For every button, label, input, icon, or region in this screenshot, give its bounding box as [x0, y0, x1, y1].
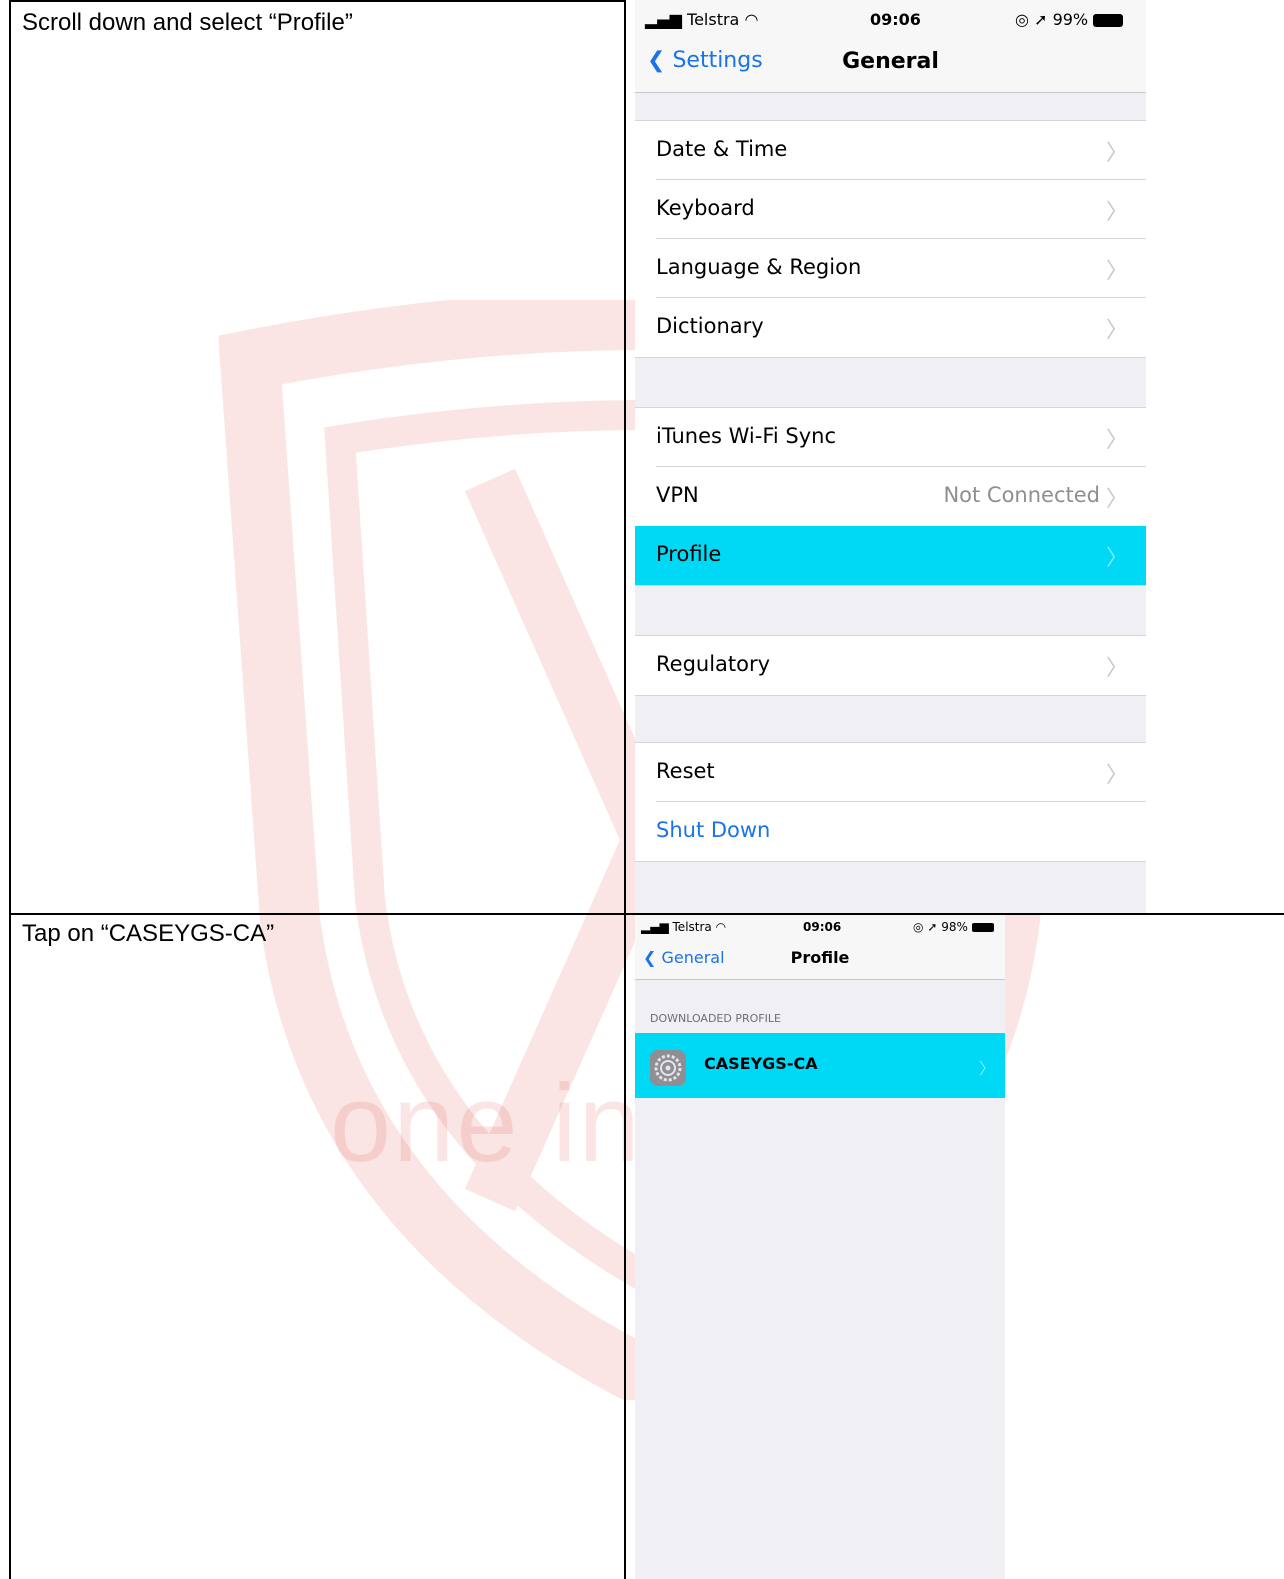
chevron-right-icon: 〉 [1105, 259, 1128, 284]
page-title: General [842, 49, 939, 74]
battery-icon [971, 923, 994, 932]
screenshot-profile: ▂▄▆ Telstra ◠ 09:06 ◎ ➚ 98% ❮ General Pr… [635, 915, 1005, 1579]
chevron-right-icon: 〉 [1105, 141, 1128, 166]
instruction-step-2: Tap on “CASEYGS-CA” [22, 920, 275, 947]
settings-row-reset[interactable]: Reset 〉 [635, 743, 1146, 802]
lock-rotation-icon: ◎ [1015, 10, 1029, 29]
chevron-right-icon: 〉 [1105, 200, 1128, 225]
battery-percent: 99% [1052, 10, 1089, 29]
settings-group-4: Reset 〉 Shut Down [635, 742, 1146, 862]
settings-row-dictionary[interactable]: Dictionary 〉 [635, 298, 1146, 357]
wifi-icon: ◠ [744, 10, 759, 29]
battery-icon [1093, 14, 1124, 27]
settings-row-date-time[interactable]: Date & Time 〉 [635, 121, 1146, 180]
signal-icon: ▂▄▆ [645, 10, 682, 29]
settings-group-2: iTunes Wi-Fi Sync 〉 VPN Not Connected 〉 Pro… [635, 407, 1146, 586]
chevron-right-icon: 〉 [1105, 428, 1128, 453]
location-icon: ➚ [1034, 10, 1048, 29]
location-icon: ➚ [927, 920, 938, 934]
table-row-divider [9, 913, 1284, 915]
chevron-right-icon: 〉 [1105, 763, 1128, 788]
section-header: DOWNLOADED PROFILE [650, 1012, 781, 1025]
status-time: 09:06 [870, 10, 921, 29]
status-bar: ▂▄▆ Telstra ◠ 09:06 ◎ ➚ 98% [635, 915, 1005, 941]
settings-row-itunes-wifi-sync[interactable]: iTunes Wi-Fi Sync 〉 [635, 408, 1146, 467]
navigation-bar: ❮ General Profile [635, 941, 1005, 980]
screenshot-general-settings: ▂▄▆ Telstra ◠ 09:06 ◎ ➚ 99% ❮ Settings G… [635, 0, 1146, 913]
carrier-name: Telstra [687, 10, 740, 29]
chevron-right-icon: 〉 [1105, 318, 1128, 343]
settings-group-1: Date & Time 〉 Keyboard 〉 Language & Region… [635, 120, 1146, 358]
chevron-right-icon: 〉 [1105, 546, 1128, 571]
chevron-right-icon: 〉 [1105, 656, 1128, 681]
chevron-right-icon: 〉 [1105, 487, 1128, 512]
signal-icon: ▂▄▆ [641, 920, 669, 934]
profile-name: CASEYGS-CA [704, 1054, 818, 1073]
instruction-step-1: Scroll down and select “Profile” [22, 9, 353, 36]
navigation-bar: ❮ Settings General [635, 40, 1146, 93]
settings-row-language-region[interactable]: Language & Region 〉 [635, 239, 1146, 298]
settings-row-keyboard[interactable]: Keyboard 〉 [635, 180, 1146, 239]
profile-row-caseygs-ca[interactable]: CASEYGS-CA 〉 [635, 1033, 1005, 1098]
settings-row-profile[interactable]: Profile 〉 [635, 526, 1146, 585]
settings-row-vpn[interactable]: VPN Not Connected 〉 [635, 467, 1146, 526]
table-border-top [9, 0, 625, 2]
carrier-name: Telstra [672, 920, 712, 934]
table-column-divider [624, 0, 626, 1579]
table-border-left [9, 0, 11, 1579]
chevron-right-icon: 〉 [978, 1059, 995, 1078]
battery-percent: 98% [941, 920, 968, 934]
lock-rotation-icon: ◎ [913, 920, 924, 934]
status-time: 09:06 [803, 920, 842, 934]
settings-group-3: Regulatory 〉 [635, 635, 1146, 696]
page-title: Profile [790, 948, 850, 967]
status-bar: ▂▄▆ Telstra ◠ 09:06 ◎ ➚ 99% [635, 0, 1146, 40]
settings-gear-icon [650, 1050, 686, 1086]
shut-down-button[interactable]: Shut Down [635, 802, 1146, 861]
settings-row-regulatory[interactable]: Regulatory 〉 [635, 636, 1146, 695]
vpn-status: Not Connected [943, 483, 1100, 507]
wifi-icon: ◠ [715, 920, 727, 934]
